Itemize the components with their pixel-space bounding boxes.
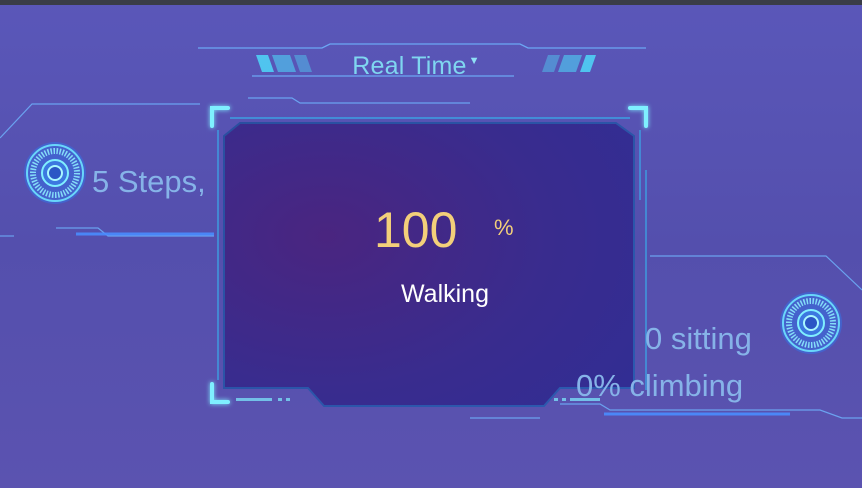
steps-count-label: 5 Steps, [92, 164, 206, 199]
activity-percent-value: 100 [374, 202, 458, 258]
climbing-percent-label: 0% climbing [576, 368, 744, 403]
radial-gauge-icon [24, 142, 86, 204]
realtime-dropdown-label: Real Time [352, 51, 467, 80]
realtime-dropdown[interactable]: Real Time ▼ [326, 50, 506, 82]
sitting-count-label: 0 sitting [645, 321, 752, 356]
caret-down-icon: ▼ [468, 55, 480, 67]
activity-type-label: Walking [401, 280, 489, 308]
activity-percent-unit: % [494, 215, 514, 240]
radial-gauge-icon [780, 292, 842, 354]
